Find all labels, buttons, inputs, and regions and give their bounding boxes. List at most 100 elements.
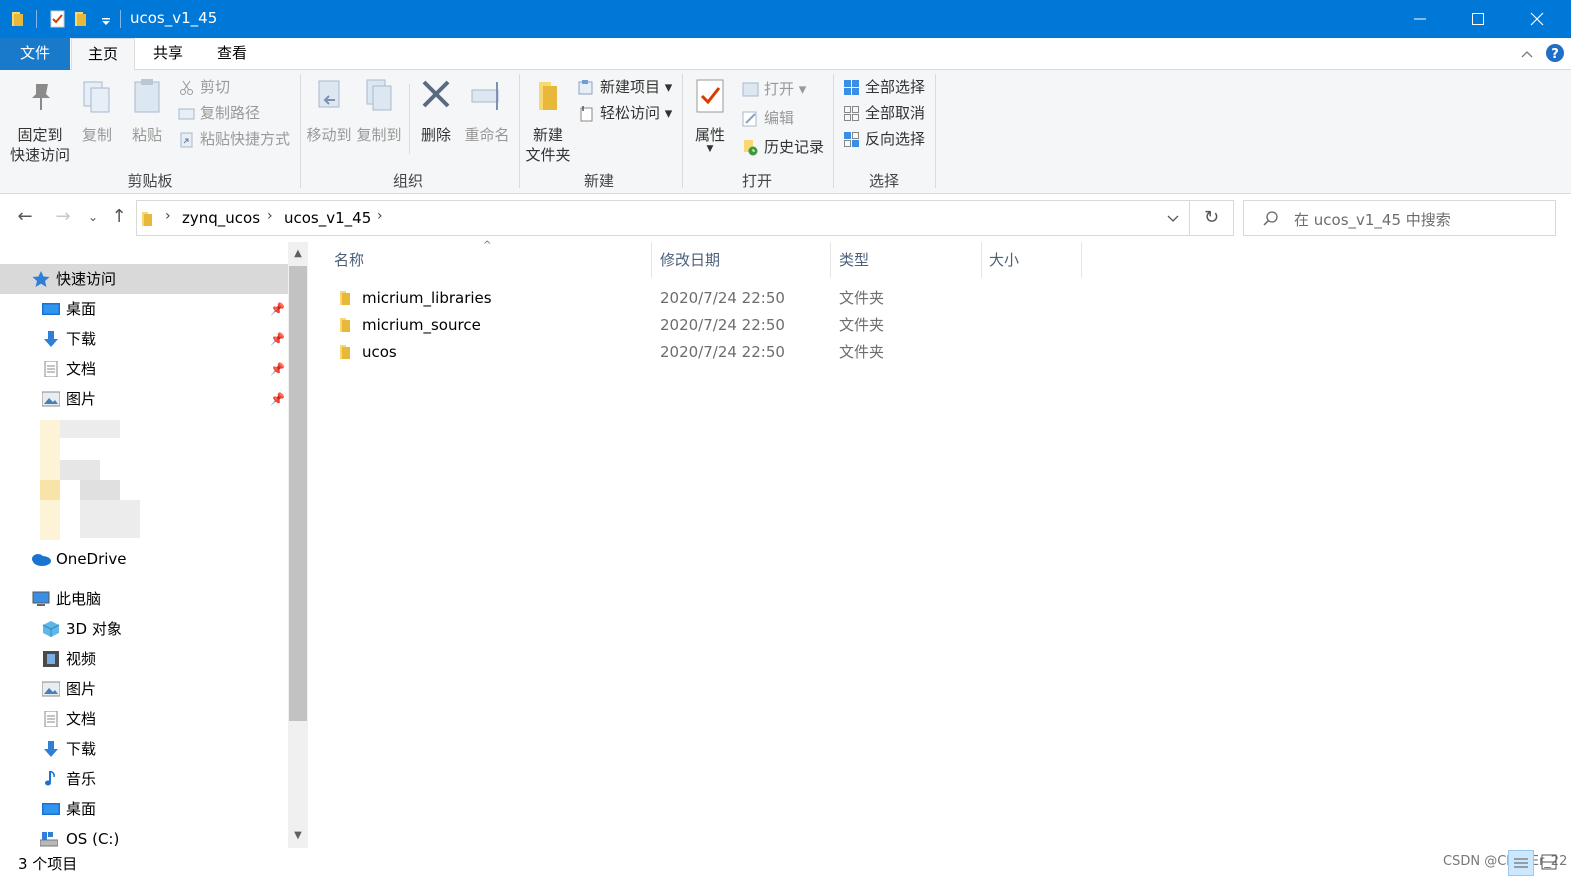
nav-downloads[interactable]: 下载 📌 (0, 324, 288, 354)
pin-quick-access-button[interactable]: 固定到 快速访问 (8, 76, 72, 165)
group-separator (682, 74, 683, 188)
nav-label: 音乐 (66, 770, 97, 788)
nav-downloads-pc[interactable]: 下载 (0, 734, 288, 764)
column-separator[interactable] (830, 242, 831, 278)
search-icon (1263, 211, 1278, 226)
cut-button[interactable]: 剪切 (178, 76, 230, 98)
breadcrumb-item[interactable]: ucos_v1_45 (284, 209, 371, 227)
search-input[interactable]: 在 ucos_v1_45 中搜索 (1243, 200, 1556, 236)
easy-access-button[interactable]: 轻松访问 ▾ (578, 102, 672, 124)
chevron-right-icon[interactable]: › (377, 208, 383, 224)
rename-icon (471, 82, 499, 110)
svg-text:?: ? (1551, 47, 1559, 62)
scroll-up-icon[interactable]: ▲ (288, 244, 308, 264)
nav-onedrive[interactable]: OneDrive (0, 544, 288, 574)
nav-scrollbar[interactable]: ▲ ▼ (288, 242, 308, 848)
paste-button[interactable]: 粘贴 (127, 76, 167, 145)
collapse-ribbon-icon[interactable] (1520, 47, 1534, 61)
select-none-button[interactable]: 全部取消 (843, 102, 925, 124)
nav-documents-pc[interactable]: 文档 (0, 704, 288, 734)
column-separator[interactable] (651, 242, 652, 278)
nav-this-pc[interactable]: 此电脑 (0, 584, 288, 614)
delete-button[interactable]: 删除 (416, 76, 456, 145)
history-button[interactable]: 历史记录 (742, 136, 824, 158)
scrollbar-thumb[interactable] (289, 266, 307, 721)
column-header-name[interactable]: 名称 (334, 242, 650, 278)
column-header-date[interactable]: 修改日期 (660, 242, 830, 278)
minimize-button[interactable] (1391, 0, 1449, 38)
cloud-icon (32, 554, 51, 566)
file-type: 文件夹 (839, 343, 885, 361)
computer-icon (32, 591, 50, 606)
nav-pictures-pc[interactable]: 图片 (0, 674, 288, 704)
new-folder-button[interactable]: 新建 文件夹 (524, 76, 572, 165)
tab-home[interactable]: 主页 (71, 38, 135, 71)
nav-desktop[interactable]: 桌面 📌 (0, 294, 288, 324)
file-row[interactable]: micrium_source 2020/7/24 22:50 文件夹 (332, 312, 1092, 339)
file-date: 2020/7/24 22:50 (660, 316, 785, 334)
column-separator[interactable] (1081, 242, 1082, 278)
nav-label: 文档 (66, 710, 97, 728)
details-view-button[interactable] (1508, 850, 1534, 876)
nav-documents[interactable]: 文档 📌 (0, 354, 288, 384)
nav-label: 文档 (66, 360, 97, 378)
copy-to-button[interactable]: 复制到 (355, 76, 403, 145)
forward-button[interactable]: → (52, 206, 74, 228)
column-header-type[interactable]: 类型 (839, 242, 979, 278)
up-button[interactable]: ↑ (108, 206, 130, 228)
nav-music[interactable]: 音乐 (0, 764, 288, 794)
customize-toolbar-icon[interactable] (96, 9, 116, 29)
recent-locations-button[interactable]: ⌄ (82, 206, 104, 228)
tab-view[interactable]: 查看 (200, 38, 264, 70)
new-item-button[interactable]: 新建项目 ▾ (578, 76, 672, 98)
properties-button[interactable]: 属性 ▼ (690, 76, 730, 154)
nav-os-drive[interactable]: OS (C:) (0, 824, 288, 848)
nav-label: OS (C:) (66, 830, 120, 848)
ribbon-tabs: 文件 主页 共享 查看 ? (0, 38, 1571, 71)
close-button[interactable] (1508, 0, 1566, 38)
chevron-right-icon[interactable]: › (267, 208, 273, 224)
column-header-size[interactable]: 大小 (989, 242, 1079, 278)
nav-quick-access[interactable]: 快速访问 (0, 264, 288, 294)
file-type: 文件夹 (839, 316, 885, 334)
properties-icon (696, 79, 724, 113)
breadcrumb-item[interactable]: zynq_ucos (182, 209, 260, 227)
group-separator (300, 74, 301, 188)
maximize-button[interactable] (1449, 0, 1507, 38)
rename-button[interactable]: 重命名 (462, 76, 512, 145)
nav-pictures[interactable]: 图片 📌 (0, 384, 288, 414)
large-icons-view-button[interactable] (1537, 850, 1563, 876)
open-button[interactable]: 打开 ▾ (742, 78, 806, 100)
scroll-down-icon[interactable]: ▼ (288, 826, 308, 846)
select-all-button[interactable]: 全部选择 (843, 76, 925, 98)
tab-file[interactable]: 文件 (0, 38, 70, 70)
address-bar[interactable]: › zynq_ucos › ucos_v1_45 › (136, 200, 1190, 236)
properties-quick-icon[interactable] (48, 9, 68, 29)
paste-shortcut-button[interactable]: 粘贴快捷方式 (178, 128, 290, 150)
nav-3d-objects[interactable]: 3D 对象 (0, 614, 288, 644)
chevron-right-icon[interactable]: › (165, 208, 171, 224)
new-folder-quick-icon[interactable] (72, 9, 92, 29)
title-bar: ucos_v1_45 (0, 0, 1571, 38)
move-to-button[interactable]: 移动到 (305, 76, 353, 145)
copy-path-button[interactable]: 复制路径 (178, 102, 260, 124)
folder-icon (340, 345, 350, 359)
nav-videos[interactable]: 视频 (0, 644, 288, 674)
tab-share[interactable]: 共享 (136, 38, 200, 70)
nav-desktop-pc[interactable]: 桌面 (0, 794, 288, 824)
file-row[interactable]: ucos 2020/7/24 22:50 文件夹 (332, 339, 1092, 366)
chevron-down-icon[interactable] (1167, 214, 1179, 224)
copy-path-icon (178, 108, 195, 120)
redacted-area (60, 420, 120, 438)
invert-selection-button[interactable]: 反向选择 (843, 128, 925, 150)
ribbon: 固定到 快速访问 复制 粘贴 剪切 复制路径 粘贴快捷方式 剪贴板 移动到 复制… (0, 70, 1571, 194)
copy-button[interactable]: 复制 (78, 76, 116, 145)
help-icon[interactable]: ? (1545, 43, 1565, 63)
properties-dropdown-icon[interactable]: ▼ (690, 145, 730, 154)
paste-label: 粘贴 (131, 126, 162, 144)
column-separator[interactable] (981, 242, 982, 278)
refresh-button[interactable]: ↻ (1190, 200, 1234, 236)
back-button[interactable]: ← (14, 206, 36, 228)
edit-button[interactable]: 编辑 (742, 107, 794, 129)
file-row[interactable]: micrium_libraries 2020/7/24 22:50 文件夹 (332, 285, 1092, 312)
